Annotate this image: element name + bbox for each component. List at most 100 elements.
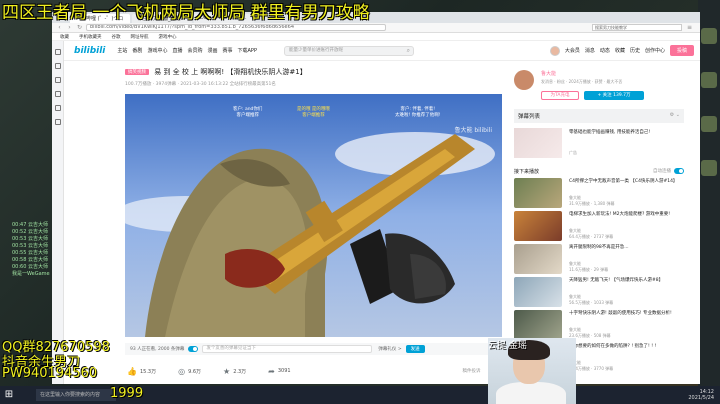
ad-title[interactable]: 零基础也能学插画赚钱, 用技能养活自己! (569, 130, 679, 136)
video-title-text: 易 到 全 校 上 啊啊啊! 【滑翔机快乐阴人游#1】 (154, 68, 307, 76)
next-up-header: 接下来播放 自动连播 (514, 168, 684, 175)
header-link[interactable]: 动态 (600, 47, 610, 54)
windows-start-icon[interactable]: ⊞ (2, 388, 16, 402)
danmaku-overlay: 客户: and你们 客户端推荐 (233, 107, 263, 118)
game-ability-icon[interactable] (701, 116, 717, 132)
reco-title[interactable]: 天降猛男! 无敌飞天! 【气场爆炸快乐人游#8】 (569, 278, 679, 284)
bookmark-item[interactable]: 网址导航 (131, 34, 149, 40)
nav-item[interactable]: 下载APP (238, 47, 257, 54)
reco-title[interactable]: 电梯求生加入新玩法! M2大炮能爬楼? 游戏中重要! (569, 212, 679, 218)
bilibili-logo[interactable]: bilibili (74, 46, 105, 56)
reco-title[interactable]: 十字弩快乐阴人游! 敲敲的使用技巧! 专业数据分析! (569, 311, 679, 317)
reco-thumbnail[interactable] (514, 178, 562, 208)
sidebar-settings-icon[interactable] (55, 119, 61, 125)
video-player[interactable]: 客户: and你们 客户端推荐 是的哦 是的哦哦 客户端推荐 客户: 伴着, 伴着!… (125, 94, 502, 337)
danmaku-overlay: 客户: 伴着, 伴着! 太难啦! 你推荐了他啊! (395, 107, 441, 118)
system-tray-clock[interactable]: 14:12 2021/5/24 (688, 389, 714, 401)
bookmark-item[interactable]: 谷歌 (112, 34, 121, 40)
nav-item[interactable]: 主站 (117, 47, 127, 54)
nav-item[interactable]: 赛事 (223, 47, 233, 54)
header-link[interactable]: 历史 (630, 47, 640, 54)
sidebar-game-icon[interactable] (55, 105, 61, 111)
danmaku-list-header[interactable]: 弹幕列表 ⚙ ⌄ (514, 109, 684, 123)
sidebar-download-icon[interactable] (55, 77, 61, 83)
stream-pw-text: PW940194560 (2, 366, 98, 381)
recommendation-item[interactable]: 离开腿限制的98不再是开急... 鲁大能 11.6万播放 · 29 弹幕 (514, 244, 684, 276)
autoplay-toggle[interactable]: 自动连播 (653, 168, 684, 174)
chat-line: 00:53 云吉大师 (12, 236, 48, 242)
avatar[interactable] (549, 45, 560, 56)
favorite-button[interactable]: ★ 2.3万 (223, 367, 246, 376)
bookmarks-bar: 收藏 手机收藏夹 谷歌 网址导航 游戏中心 (52, 33, 700, 41)
sidebar-history-icon[interactable] (55, 63, 61, 69)
game-ability-icon[interactable] (701, 160, 717, 176)
stream-banner: 四区王者局 一个飞机两局大师局 群里有男刀攻略 (2, 3, 370, 23)
header-link[interactable]: 创作中心 (645, 47, 665, 54)
danmaku-input[interactable]: 发个友善的弹幕见证当下 (202, 345, 373, 353)
header-link[interactable]: 消息 (585, 47, 595, 54)
ad-card[interactable]: 零基础也能学插画赚钱, 用技能养活自己! 广告 (514, 128, 684, 160)
report-link[interactable]: 稿件投诉 (463, 368, 481, 374)
reco-thumbnail[interactable] (514, 211, 562, 241)
url-input[interactable]: bilibili.com/video/BV1KwiKJ11T7/?spm_id_… (86, 24, 386, 31)
search-icon[interactable]: ⌕ (407, 47, 410, 55)
sidebar-star-icon[interactable] (55, 49, 61, 55)
coin-button[interactable]: ◎ 9.6万 (178, 367, 201, 376)
danmaku-toggle[interactable] (188, 346, 199, 352)
recommendation-item[interactable]: C4所撑之学中无敌声音第一类 【C4快乐阴人游#14】 鲁大能 31.9万播放 … (514, 178, 684, 210)
upload-button[interactable]: 投稿 (669, 45, 694, 56)
nav-item[interactable]: 游戏中心 (147, 47, 167, 54)
bookmark-item[interactable]: 收藏 (60, 34, 69, 40)
reco-title[interactable]: 是你想要的如何在多做的陷阱? ! 别急了! ! ! (569, 344, 679, 350)
video-watermark: 鲁大能 bilibili (454, 127, 492, 134)
windows-taskbar: ⊞ 在这里输入你要搜索的内容 14:12 2021/5/24 (0, 386, 720, 404)
charge-button[interactable]: 为TA充电 (541, 91, 579, 100)
browser-sidebar (52, 41, 64, 384)
game-ability-icon[interactable] (701, 72, 717, 88)
autoplay-label: 自动连播 (653, 169, 671, 174)
recommendation-item[interactable]: 天降猛男! 无敌飞天! 【气场爆炸快乐人游#8】 鲁大能 56.5万播放 · 1… (514, 277, 684, 309)
danmaku-etiquette-link[interactable]: 弹幕礼仪 > (378, 346, 401, 352)
like-button[interactable]: 👍 15.3万 (127, 367, 156, 376)
uploader-avatar[interactable] (514, 70, 534, 90)
chevron-down-icon[interactable]: ⚙ ⌄ (670, 112, 680, 118)
nav-item[interactable]: 番剧 (132, 47, 142, 54)
autoplay-switch[interactable] (674, 168, 684, 174)
site-search-input[interactable]: 能量少量单价进账行开放呢 ⌕ (283, 45, 414, 56)
follow-button[interactable]: + 关注 139.7万 (584, 91, 644, 100)
browser-search-input[interactable]: 搜索男刀技能教学 (592, 24, 682, 31)
reco-title[interactable]: C4所撑之学中无敌声音第一类 【C4快乐阴人游#14】 (569, 179, 679, 185)
bookmark-item[interactable]: 游戏中心 (159, 34, 177, 40)
viewer-count: 93 人正在看, 2000 条弹幕 (130, 347, 185, 352)
ad-thumbnail[interactable] (514, 128, 562, 158)
sidebar-note-icon[interactable] (55, 91, 61, 97)
taskbar-search-input[interactable]: 在这里输入你要搜索的内容 (36, 389, 116, 401)
nav-item[interactable]: 会员购 (187, 47, 202, 54)
share-button[interactable]: ➦ 3091 (268, 367, 290, 376)
reco-thumbnail[interactable] (514, 244, 562, 274)
nav-item[interactable]: 直播 (172, 47, 182, 54)
reco-title[interactable]: 离开腿限制的98不再是开急... (569, 245, 679, 251)
game-ability-icon[interactable] (701, 28, 717, 44)
nav-item[interactable]: 漫画 (207, 47, 217, 54)
header-link[interactable]: 大会员 (565, 47, 580, 54)
header-link[interactable]: 收藏 (615, 47, 625, 54)
reco-thumbnail[interactable] (514, 310, 562, 340)
coin-count: 9.6万 (188, 368, 202, 375)
site-header: bilibili 主站 番剧 游戏中心 直播 会员购 漫画 赛事 下载APP 能… (64, 41, 700, 61)
chat-line: 00:47 云吉大师 (12, 222, 48, 228)
send-button[interactable]: 发送 (405, 345, 425, 353)
thumbs-up-icon: 👍 (127, 366, 137, 376)
recommendation-item[interactable]: 电梯求生加入新玩法! M2大炮能爬楼? 游戏中重要! 鲁大能 64.4万播放 ·… (514, 211, 684, 243)
browser-window: 哔哩哔哩 (゜-゜)つロ 余生男刀直播_英雄... Douyu Yusheng0… (52, 12, 700, 384)
menu-icon[interactable]: ≡ (686, 24, 693, 31)
chat-line: 00:55 云吉大师 (12, 250, 48, 256)
forward-icon[interactable]: › (66, 24, 73, 31)
video-tag[interactable]: 搞笑视频 (125, 69, 149, 75)
back-icon[interactable]: ‹ (56, 24, 63, 31)
refresh-icon[interactable]: ↻ (76, 24, 83, 31)
reco-thumbnail[interactable] (514, 277, 562, 307)
chat-line: 00:52 云吉大师 (12, 229, 48, 235)
bookmark-item[interactable]: 手机收藏夹 (79, 34, 102, 40)
uploader-name[interactable]: 鲁大能 (541, 70, 556, 77)
